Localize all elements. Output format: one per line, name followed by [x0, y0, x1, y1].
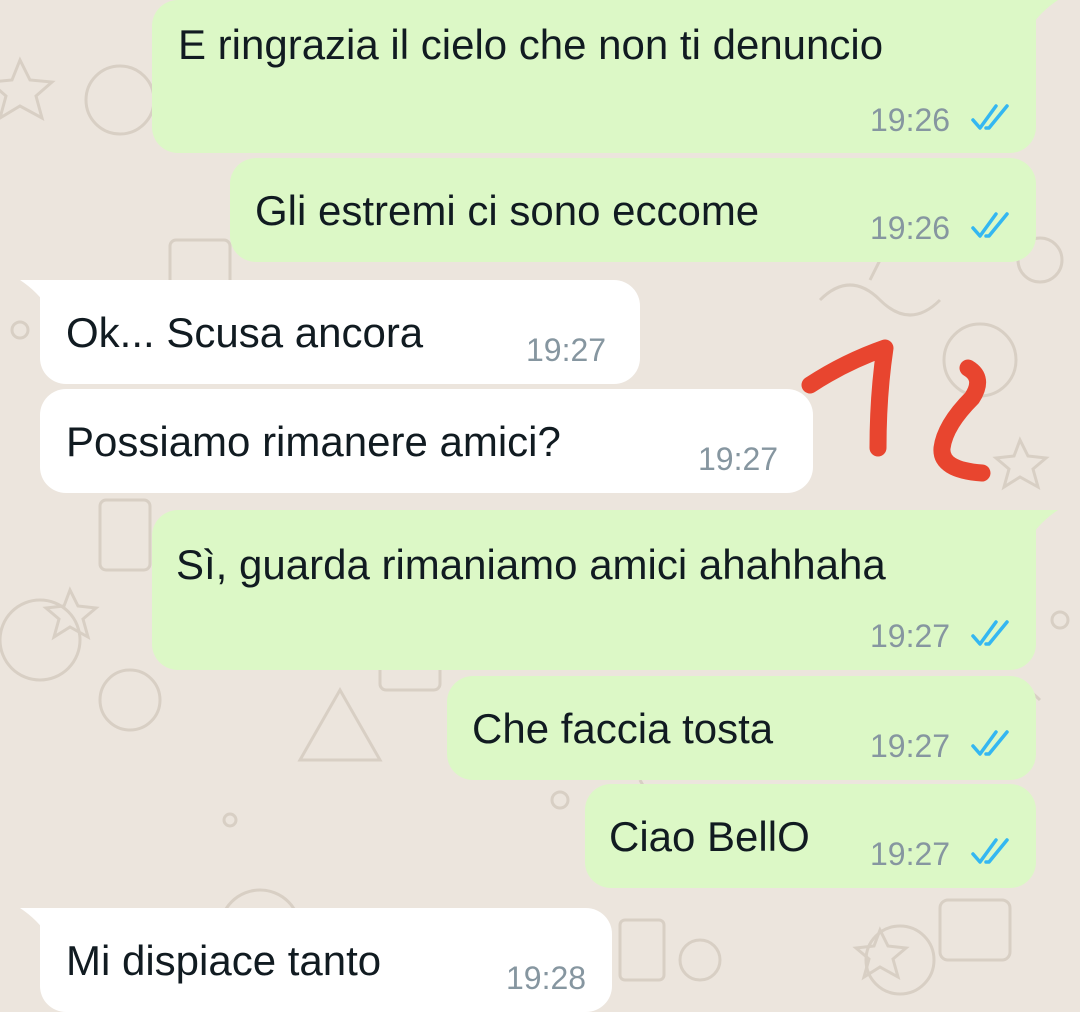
message-text: Ok... Scusa ancora: [66, 309, 424, 356]
message-bubble-outgoing[interactable]: Gli estremi ci sono eccome 19:26: [230, 158, 1036, 262]
message-timestamp: 19:27: [870, 836, 951, 872]
message-text: Gli estremi ci sono eccome: [255, 187, 760, 234]
message-bubble-outgoing[interactable]: Sì, guarda rimaniamo amici ahahhaha 19:2…: [152, 510, 1036, 670]
message-timestamp: 19:26: [870, 210, 951, 246]
message-text: E ringrazia il cielo che non ti denuncio: [178, 21, 884, 68]
message-timestamp: 19:27: [526, 332, 607, 368]
chat-screen: { "messages": [ {"text": "E ringrazia il…: [0, 0, 1080, 1012]
message-bubble-outgoing[interactable]: Ciao BellO 19:27: [585, 784, 1036, 888]
message-text: Ciao BellO: [609, 813, 810, 860]
message-bubble-incoming[interactable]: Ok... Scusa ancora 19:27: [40, 280, 640, 384]
double-check-icon: [971, 730, 1009, 756]
message-timestamp: 19:27: [870, 618, 951, 654]
message-bubble-incoming[interactable]: Possiamo rimanere amici? 19:27: [40, 389, 813, 493]
message-bubble-outgoing[interactable]: Che faccia tosta 19:27: [447, 676, 1036, 780]
message-bubble-incoming[interactable]: Mi dispiace tanto 19:28: [40, 908, 612, 1012]
double-check-icon: [971, 212, 1009, 238]
message-text: Sì, guarda rimaniamo amici ahahhaha: [176, 541, 886, 588]
double-check-icon: [971, 620, 1009, 646]
message-text: Che faccia tosta: [472, 705, 774, 752]
message-timestamp: 19:27: [698, 441, 779, 477]
message-text: Mi dispiace tanto: [66, 937, 382, 984]
double-check-icon: [971, 838, 1009, 864]
double-check-icon: [971, 104, 1009, 130]
message-timestamp: 19:28: [506, 960, 587, 996]
message-bubble-outgoing[interactable]: E ringrazia il cielo che non ti denuncio…: [152, 0, 1036, 153]
message-timestamp: 19:26: [870, 102, 951, 138]
message-timestamp: 19:27: [870, 728, 951, 764]
message-text: Possiamo rimanere amici?: [66, 418, 561, 465]
